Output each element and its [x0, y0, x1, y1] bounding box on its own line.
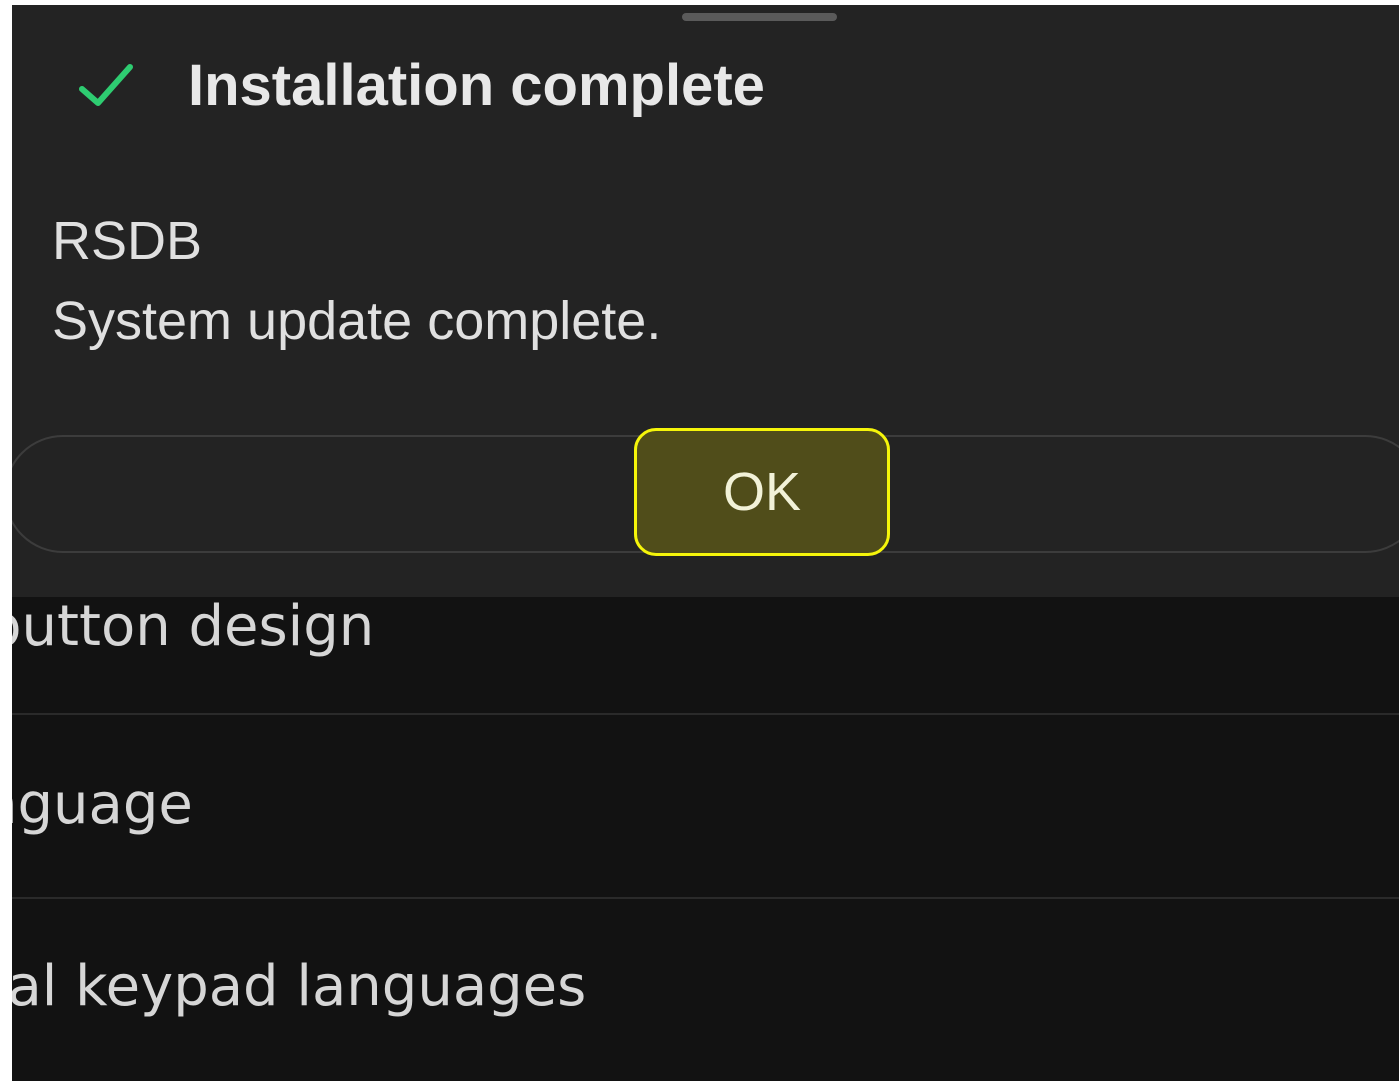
settings-list: button design nguage nal keypad language… [12, 594, 1399, 1081]
screen: button design nguage nal keypad language… [12, 5, 1399, 1081]
ok-button[interactable]: OK [634, 428, 890, 556]
checkmark-icon [79, 64, 133, 106]
settings-item-language[interactable]: nguage [12, 715, 1399, 899]
settings-item-button-design[interactable]: button design [12, 594, 1399, 715]
settings-item-keypad-languages[interactable]: nal keypad languages [12, 899, 1399, 1081]
drag-handle[interactable] [682, 13, 837, 21]
dialog-message: System update complete. [52, 291, 662, 351]
app-name: RSDB [52, 211, 203, 271]
settings-item-label: nal keypad languages [12, 954, 587, 1019]
dialog-title: Installation complete [188, 52, 765, 118]
dialog-header: Installation complete [78, 45, 765, 125]
installation-complete-dialog: Installation complete RSDB System update… [12, 5, 1399, 597]
settings-item-label: button design [12, 594, 375, 659]
settings-item-label: nguage [12, 772, 193, 837]
